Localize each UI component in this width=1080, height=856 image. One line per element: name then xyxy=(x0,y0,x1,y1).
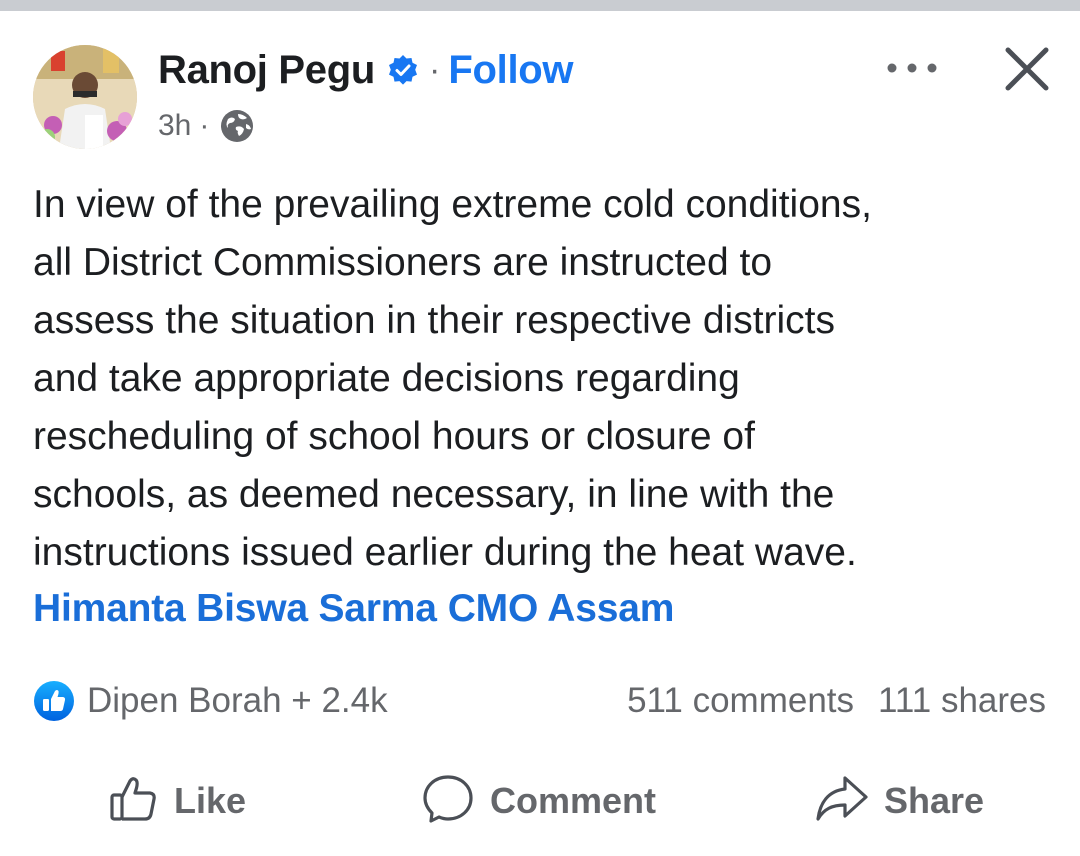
post-body-line: all District Commissioners are instructe… xyxy=(33,241,773,284)
comment-bubble-icon xyxy=(420,771,476,832)
comment-label: Comment xyxy=(490,780,657,821)
reactions-summary[interactable]: Dipen Borah + 2.4k xyxy=(33,678,388,724)
like-reaction-icon xyxy=(33,680,75,722)
verified-badge-icon xyxy=(387,54,419,86)
post-body-line: In view of the prevailing extreme cold c… xyxy=(33,183,872,226)
meta-separator: · xyxy=(199,109,210,142)
post-body-line: and take appropriate decisions regarding xyxy=(33,357,740,400)
share-label: Share xyxy=(884,780,985,821)
post-meta: 3h · xyxy=(158,104,255,148)
post-body-line: instructions issued earlier during the h… xyxy=(33,531,857,574)
globe-icon[interactable] xyxy=(219,108,255,144)
author-name[interactable]: Ranoj Pegu xyxy=(158,48,375,93)
top-divider xyxy=(0,0,1080,11)
post-body: In view of the prevailing extreme cold c… xyxy=(33,176,1063,582)
reaction-names: Dipen Borah + 2.4k xyxy=(87,681,388,720)
like-label: Like xyxy=(174,780,247,821)
shares-count[interactable]: 111 shares xyxy=(878,681,1046,721)
author-avatar[interactable] xyxy=(33,45,137,149)
name-separator: · xyxy=(429,50,441,89)
tagged-pages: Himanta Biswa Sarma CMO Assam xyxy=(33,580,674,638)
avatar-photo xyxy=(33,45,137,149)
like-button[interactable]: Like xyxy=(108,770,246,832)
close-icon[interactable] xyxy=(1000,42,1054,96)
post-timestamp[interactable]: 3h xyxy=(158,109,191,143)
comments-count[interactable]: 511 comments xyxy=(627,681,854,721)
engagement-counts: 511 comments 111 shares xyxy=(627,678,1046,724)
share-button[interactable]: Share xyxy=(814,770,984,832)
follow-button[interactable]: Follow xyxy=(448,48,573,93)
post-body-line: schools, as deemed necessary, in line wi… xyxy=(33,473,835,516)
tag-himanta-biswa-sarma[interactable]: Himanta Biswa Sarma xyxy=(33,587,437,631)
post-header: Ranoj Pegu · Follow xyxy=(158,40,574,100)
post-body-line: assess the situation in their respective… xyxy=(33,299,836,342)
comment-button[interactable]: Comment xyxy=(420,770,656,832)
share-arrow-icon xyxy=(814,773,870,830)
thumbs-up-icon xyxy=(108,773,160,830)
more-options-icon[interactable] xyxy=(884,48,940,88)
tag-cmo-assam[interactable]: CMO Assam xyxy=(448,587,675,631)
post-body-line: rescheduling of school hours or closure … xyxy=(33,415,755,458)
